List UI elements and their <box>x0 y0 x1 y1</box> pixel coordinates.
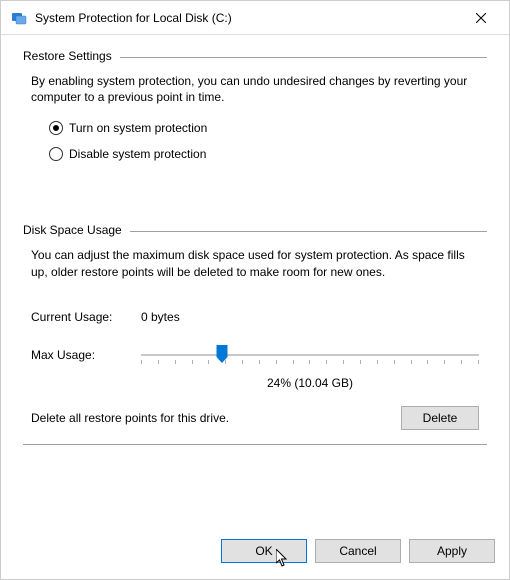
app-icon <box>11 10 27 26</box>
delete-button[interactable]: Delete <box>401 406 479 430</box>
cancel-button[interactable]: Cancel <box>315 539 401 563</box>
current-usage-row: Current Usage: 0 bytes <box>31 310 479 324</box>
close-button[interactable] <box>461 3 501 33</box>
max-usage-row: Max Usage: <box>31 344 479 366</box>
current-usage-label: Current Usage: <box>31 310 141 324</box>
restore-description: By enabling system protection, you can u… <box>31 73 479 105</box>
current-usage-value: 0 bytes <box>141 310 180 324</box>
radio-disable[interactable]: Disable system protection <box>49 147 487 161</box>
apply-button[interactable]: Apply <box>409 539 495 563</box>
slider-ticks <box>141 360 479 364</box>
ok-button[interactable]: OK <box>221 539 307 563</box>
slider-thumb-icon[interactable] <box>217 345 228 363</box>
slider-track <box>141 354 479 356</box>
delete-description: Delete all restore points for this drive… <box>31 411 401 425</box>
divider <box>120 57 487 58</box>
window-title: System Protection for Local Disk (C:) <box>35 11 461 25</box>
radio-icon <box>49 147 63 161</box>
radio-icon <box>49 121 63 135</box>
disk-section-header: Disk Space Usage <box>23 223 487 237</box>
max-usage-label: Max Usage: <box>31 348 141 362</box>
max-usage-percent: 24% (10.04 GB) <box>133 376 487 390</box>
divider <box>130 231 487 232</box>
delete-row: Delete all restore points for this drive… <box>31 406 479 430</box>
dialog-window: System Protection for Local Disk (C:) Re… <box>0 0 510 580</box>
protection-radio-group: Turn on system protection Disable system… <box>49 121 487 173</box>
restore-section-header: Restore Settings <box>23 49 487 63</box>
max-usage-slider[interactable] <box>141 344 479 366</box>
restore-section-title: Restore Settings <box>23 49 112 63</box>
disk-section-title: Disk Space Usage <box>23 223 122 237</box>
dialog-content: Restore Settings By enabling system prot… <box>1 35 509 539</box>
radio-turn-on[interactable]: Turn on system protection <box>49 121 487 135</box>
divider <box>23 444 487 445</box>
radio-label: Turn on system protection <box>69 121 207 135</box>
title-bar: System Protection for Local Disk (C:) <box>1 1 509 35</box>
dialog-button-row: OK Cancel Apply <box>1 539 509 579</box>
disk-description: You can adjust the maximum disk space us… <box>31 247 479 279</box>
radio-label: Disable system protection <box>69 147 206 161</box>
